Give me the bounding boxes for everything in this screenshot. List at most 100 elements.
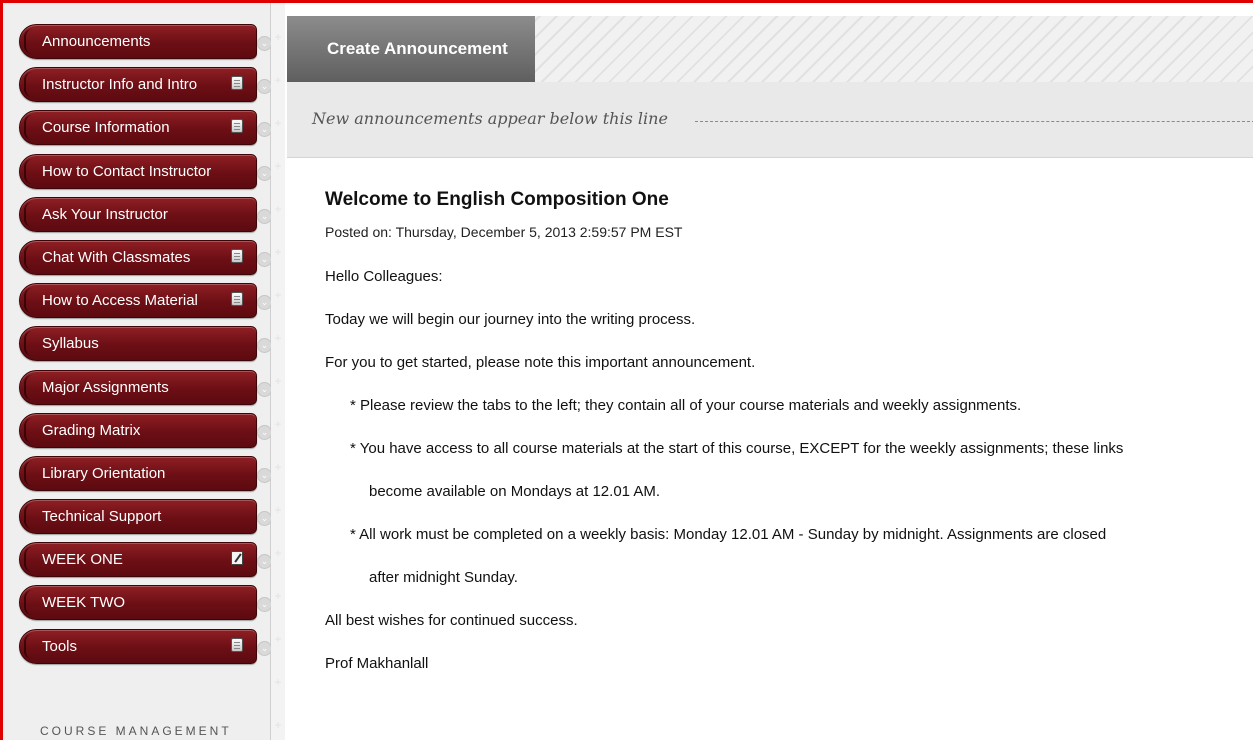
pill-edge-decoration bbox=[24, 374, 32, 400]
sidebar-item-label: Technical Support bbox=[42, 508, 162, 526]
sidebar-item-library-orientation[interactable]: Library Orientation ⌄ bbox=[17, 453, 273, 496]
drag-plus-icon: + bbox=[274, 374, 282, 388]
pill-edge-decoration bbox=[24, 201, 32, 227]
sidebar-item-label: Course Information bbox=[42, 119, 170, 137]
sidebar-item-button[interactable]: Library Orientation bbox=[19, 455, 257, 491]
chevron-down-icon[interactable]: ⌄ bbox=[257, 597, 272, 613]
sidebar-item-button[interactable]: Instructor Info and Intro bbox=[19, 67, 257, 103]
chevron-down-icon[interactable]: ⌄ bbox=[257, 338, 272, 354]
sidebar-item-ask-your-instructor[interactable]: Ask Your Instructor ⌄ bbox=[17, 194, 273, 237]
announcement-title: Welcome to English Composition One bbox=[325, 189, 669, 210]
sidebar-item-button[interactable]: How to Contact Instructor bbox=[19, 153, 257, 189]
sidebar-item-button[interactable]: Ask Your Instructor bbox=[19, 196, 257, 232]
announcement-divider-bar: New announcements appear below this line bbox=[287, 82, 1253, 158]
sidebar-item-week-two[interactable]: WEEK TWO ⌄ bbox=[17, 582, 273, 625]
chevron-down-icon[interactable]: ⌄ bbox=[257, 165, 272, 181]
pill-edge-decoration bbox=[24, 158, 32, 184]
course-management-heading[interactable]: COURSE MANAGEMENT bbox=[40, 724, 232, 738]
sidebar-item-grading-matrix[interactable]: Grading Matrix ⌄ bbox=[17, 410, 273, 453]
chevron-down-icon[interactable]: ⌄ bbox=[257, 36, 272, 51]
sidebar-item-chat-with-classmates[interactable]: Chat With Classmates ⌄ bbox=[17, 237, 273, 280]
create-announcement-button[interactable]: Create Announcement bbox=[287, 16, 535, 82]
sidebar-item-button[interactable]: Chat With Classmates bbox=[19, 239, 257, 275]
chevron-down-icon[interactable]: ⌄ bbox=[257, 467, 272, 483]
sidebar-item-label: Instructor Info and Intro bbox=[42, 76, 198, 94]
page-icon bbox=[231, 248, 243, 263]
sidebar-item-button[interactable]: Tools bbox=[19, 628, 257, 664]
pill-edge-decoration bbox=[24, 633, 32, 659]
bullet-continuation: after midnight Sunday. bbox=[369, 569, 518, 586]
sidebar-item-how-to-access-material[interactable]: How to Access Material ⌄ bbox=[17, 280, 273, 323]
drag-plus-icon: + bbox=[274, 159, 282, 173]
sidebar-item-technical-support[interactable]: Technical Support ⌄ bbox=[17, 496, 273, 539]
greeting: Hello Colleagues: bbox=[325, 268, 443, 285]
drag-plus-icon: + bbox=[274, 331, 282, 345]
drag-plus-icon: + bbox=[274, 546, 282, 560]
chevron-down-icon[interactable]: ⌄ bbox=[257, 424, 272, 440]
pill-edge-decoration bbox=[24, 244, 32, 270]
sidebar-item-button[interactable]: Grading Matrix bbox=[19, 412, 257, 448]
sidebar-item-label: WEEK ONE bbox=[42, 551, 123, 569]
sidebar-item-button[interactable]: How to Access Material bbox=[19, 283, 257, 319]
sidebar-item-label: How to Contact Instructor bbox=[42, 162, 212, 180]
chevron-down-icon[interactable]: ⌄ bbox=[257, 511, 272, 527]
sidebar-item-button[interactable]: Technical Support bbox=[19, 499, 257, 535]
chevron-down-icon[interactable]: ⌄ bbox=[257, 640, 272, 656]
sidebar-item-how-to-contact-instructor[interactable]: How to Contact Instructor ⌄ bbox=[17, 151, 273, 194]
pill-edge-decoration bbox=[24, 504, 32, 530]
drag-plus-icon: + bbox=[274, 73, 282, 87]
drag-plus-icon: + bbox=[274, 632, 282, 646]
chevron-down-icon[interactable]: ⌄ bbox=[257, 122, 272, 138]
chevron-down-icon[interactable]: ⌄ bbox=[257, 295, 272, 311]
sidebar-item-major-assignments[interactable]: Major Assignments ⌄ bbox=[17, 367, 273, 410]
bullet-item: * All work must be completed on a weekly… bbox=[350, 526, 1107, 543]
drag-plus-icon: + bbox=[274, 288, 282, 302]
drag-plus-icon: + bbox=[274, 116, 282, 130]
sidebar-item-button[interactable]: Course Information bbox=[19, 110, 257, 146]
chevron-down-icon[interactable]: ⌄ bbox=[257, 554, 272, 570]
body-line: For you to get started, please note this… bbox=[325, 354, 756, 371]
sidebar-item-announcements[interactable]: Announcements ⌄ bbox=[17, 21, 273, 64]
drag-plus-icon: + bbox=[274, 460, 282, 474]
chevron-down-icon[interactable]: ⌄ bbox=[257, 251, 272, 267]
page-icon bbox=[231, 637, 243, 652]
sidebar-item-syllabus[interactable]: Syllabus ⌄ bbox=[17, 323, 273, 366]
sidebar-item-label: Library Orientation bbox=[42, 464, 166, 482]
sidebar-item-button[interactable]: Syllabus bbox=[19, 326, 257, 362]
chevron-down-icon[interactable]: ⌄ bbox=[257, 381, 272, 397]
sidebar-item-button[interactable]: Announcements bbox=[19, 24, 257, 59]
chevron-down-icon[interactable]: ⌄ bbox=[257, 79, 272, 95]
posted-date: Posted on: Thursday, December 5, 2013 2:… bbox=[325, 224, 683, 240]
sidebar-item-label: Tools bbox=[42, 637, 78, 655]
sidebar-item-instructor-info-and-intro[interactable]: Instructor Info and Intro ⌄ bbox=[17, 64, 273, 107]
sidebar-item-tools[interactable]: Tools ⌄ bbox=[17, 626, 273, 669]
bullet-item: * Please review the tabs to the left; th… bbox=[350, 397, 1022, 414]
pill-edge-decoration bbox=[24, 417, 32, 443]
drag-plus-icon: + bbox=[274, 589, 282, 603]
dashed-divider bbox=[695, 121, 1253, 122]
bullet-continuation: become available on Mondays at 12.01 AM. bbox=[369, 483, 661, 500]
sidebar-item-course-information[interactable]: Course Information ⌄ bbox=[17, 107, 273, 150]
pill-edge-decoration bbox=[24, 115, 32, 141]
closing: All best wishes for continued success. bbox=[325, 612, 578, 629]
sidebar-item-button[interactable]: WEEK ONE bbox=[19, 542, 257, 578]
course-menu: Announcements ⌄ Instructor Info and Intro ⌄… bbox=[17, 21, 273, 669]
chevron-down-icon[interactable]: ⌄ bbox=[257, 208, 272, 224]
drag-handle-strip[interactable]: + + + + + + + + + + + + + + + + + bbox=[271, 3, 285, 740]
drag-plus-icon: + bbox=[274, 30, 282, 44]
pill-edge-decoration bbox=[24, 547, 32, 573]
sidebar-item-label: Ask Your Instructor bbox=[42, 205, 168, 223]
pill-edge-decoration bbox=[24, 288, 32, 314]
pill-edge-decoration bbox=[24, 460, 32, 486]
page-icon bbox=[231, 292, 243, 307]
sidebar-item-week-one[interactable]: WEEK ONE ⌄ bbox=[17, 539, 273, 582]
pill-edge-decoration bbox=[24, 590, 32, 616]
sidebar-item-label: Announcements bbox=[42, 33, 151, 50]
page-icon bbox=[231, 76, 243, 91]
sidebar-item-button[interactable]: Major Assignments bbox=[19, 369, 257, 405]
sidebar-item-button[interactable]: WEEK TWO bbox=[19, 585, 257, 621]
drag-plus-icon: + bbox=[274, 718, 282, 732]
sidebar-item-label: Syllabus bbox=[42, 335, 99, 353]
announcement: Welcome to English Composition One Poste… bbox=[325, 189, 1245, 698]
signature: Prof Makhanlall bbox=[325, 655, 429, 672]
